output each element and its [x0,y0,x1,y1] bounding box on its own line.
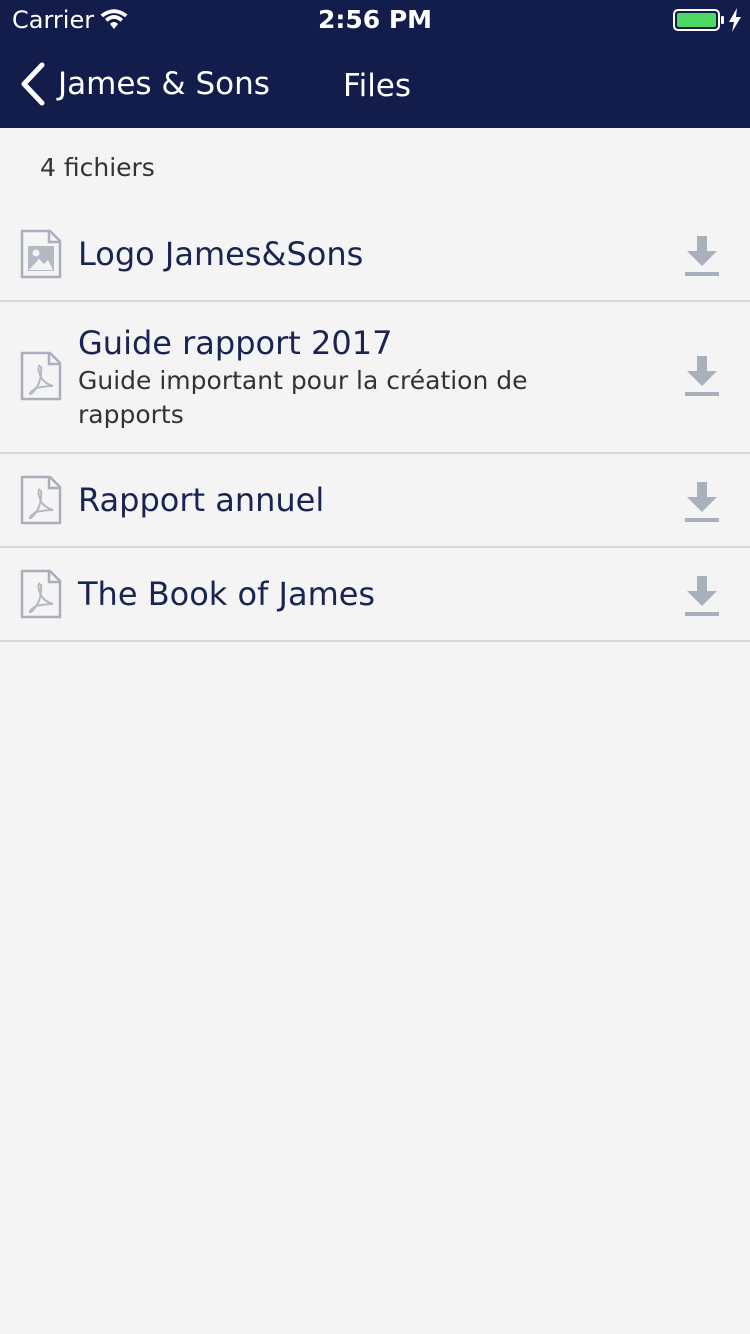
file-text: Logo James&Sons [78,208,640,300]
download-icon[interactable] [684,574,720,618]
pdf-file-icon [20,351,62,401]
download-icon[interactable] [684,354,720,398]
file-list: Logo James&Sons Guide rapport 2017 Guide… [0,208,750,642]
file-title: Rapport annuel [78,481,325,519]
file-description: Guide important pour la création de rapp… [78,366,528,429]
file-title: The Book of James [78,575,376,613]
back-button-label: James & Sons [58,66,270,102]
files-content: 4 fichiers Logo James&Sons Guide rapport… [0,128,750,642]
clock: 2:56 PM [317,5,433,34]
page-title: Files [343,68,412,104]
file-row-guide[interactable]: Guide rapport 2017 Guide important pour … [0,302,750,454]
download-icon[interactable] [684,480,720,524]
file-text: Rapport annuel [78,454,640,546]
status-bar: Carrier 2:56 PM [0,0,750,40]
battery-icon [673,9,724,31]
file-count: 4 fichiers [40,153,155,182]
navigation-bar: James & Sons Files [0,40,750,128]
file-title: Guide rapport 2017 [78,324,393,362]
pdf-file-icon [20,569,62,619]
download-icon[interactable] [684,234,720,278]
file-text: Guide rapport 2017 Guide important pour … [78,324,640,432]
back-button[interactable]: James & Sons [18,40,298,128]
image-file-icon [20,229,62,279]
file-row-rapport-annuel[interactable]: Rapport annuel [0,454,750,548]
file-title: Logo James&Sons [78,235,364,273]
file-row-logo[interactable]: Logo James&Sons [0,208,750,302]
charging-bolt-icon [729,8,741,32]
pdf-file-icon [20,475,62,525]
chevron-left-icon [21,62,45,106]
file-text: The Book of James [78,548,640,640]
file-row-book-of-james[interactable]: The Book of James [0,548,750,642]
